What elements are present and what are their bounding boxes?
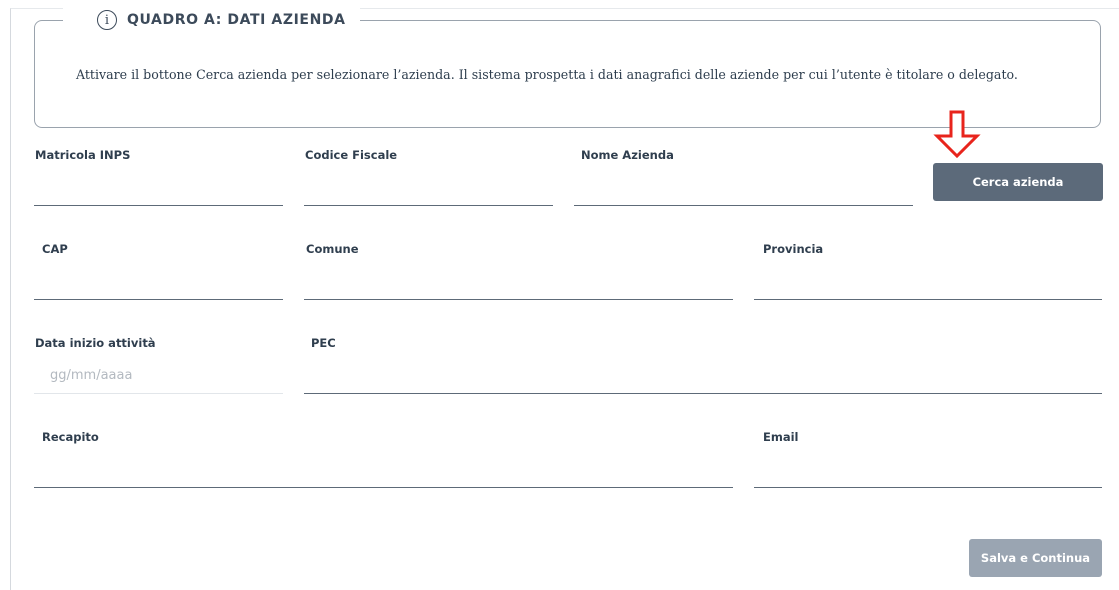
recapito-label: Recapito [42,430,99,444]
nome-azienda-label: Nome Azienda [581,148,674,162]
section-instructions: Attivare il bottone Cerca azienda per se… [76,67,1018,82]
data-inizio-underline [34,393,283,394]
data-inizio-label: Data inizio attività [35,336,156,350]
info-icon: i [97,10,117,30]
cerca-azienda-button[interactable]: Cerca azienda [933,163,1103,201]
comune-input[interactable] [304,299,733,300]
recapito-input[interactable] [34,487,733,488]
email-input[interactable] [754,487,1102,488]
cap-input[interactable] [34,299,283,300]
section-title: QUADRO A: DATI AZIENDA [127,12,346,28]
provincia-input[interactable] [754,299,1102,300]
data-inizio-input[interactable]: gg/mm/aaaa [50,368,132,383]
provincia-label: Provincia [763,242,824,256]
salva-e-continua-button[interactable]: Salva e Continua [969,539,1102,577]
down-arrow-icon [933,110,981,158]
matricola-inps-input[interactable] [34,205,283,206]
cap-label: CAP [42,242,68,256]
nome-azienda-input[interactable] [574,205,913,206]
email-label: Email [763,430,799,444]
matricola-inps-label: Matricola INPS [35,148,131,162]
comune-label: Comune [306,242,359,256]
pec-input[interactable] [304,393,1102,394]
codice-fiscale-label: Codice Fiscale [305,148,398,162]
pec-label: PEC [311,336,336,350]
section-legend: i QUADRO A: DATI AZIENDA [63,6,360,34]
codice-fiscale-input[interactable] [304,205,553,206]
